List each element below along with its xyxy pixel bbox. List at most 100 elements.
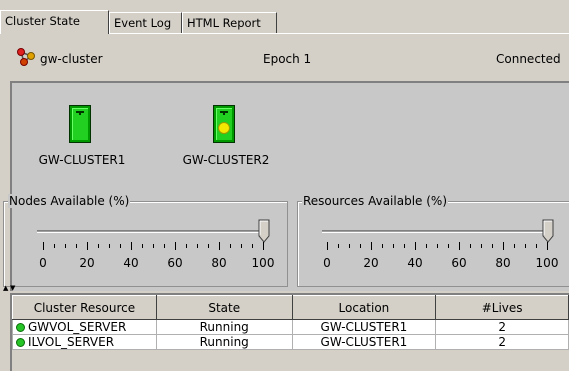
table-row[interactable]: ILVOL_SERVER Running GW-CLUSTER1 2 (12, 334, 569, 350)
column-header-lives[interactable]: #Lives (435, 295, 569, 320)
connection-status: Connected (496, 52, 561, 66)
slider-tick (153, 244, 154, 248)
node-gw-cluster1[interactable]: GW-CLUSTER1 (22, 105, 142, 195)
resource-name: ILVOL_SERVER (28, 334, 115, 349)
slider-tick (230, 244, 231, 248)
lives-cell: 2 (435, 334, 569, 350)
slider-tick (43, 242, 44, 250)
slider-tick (470, 244, 471, 248)
slider-tick (448, 244, 449, 248)
slider-tick (87, 242, 88, 250)
slider-tick (131, 242, 132, 250)
table-header-row: Cluster Resource State Location #Lives (12, 295, 569, 320)
slider-tick (404, 244, 405, 248)
slider-tick (514, 244, 515, 248)
slider-tick (76, 244, 77, 248)
slider-tick (197, 244, 198, 248)
nodes-slider-thumb[interactable] (258, 219, 270, 243)
nodes-panel: GW-CLUSTER1 GW-CLUSTER2 Nodes Available … (3, 81, 569, 291)
nodes-available-group: Nodes Available (%) 0 20 40 60 80 100 (3, 194, 288, 287)
tab-label: Event Log (114, 16, 172, 30)
slider-tick (415, 242, 416, 250)
slider-tick-label: 80 (211, 256, 227, 270)
slider-tick-label: 100 (535, 256, 559, 270)
slider-tick-label: 40 (123, 256, 139, 270)
slider-tick (536, 244, 537, 248)
state-cell: Running (155, 319, 293, 335)
slider-tick-label: 40 (407, 256, 423, 270)
resource-name: GWVOL_SERVER (28, 319, 127, 334)
slider-tick-label: 80 (495, 256, 511, 270)
cluster-icon (17, 48, 35, 66)
slider-tick (241, 244, 242, 248)
slider-tick-label: 20 (363, 256, 379, 270)
resources-available-title: Resources Available (%) (302, 194, 448, 208)
location-cell: GW-CLUSTER1 (291, 334, 437, 350)
resources-available-group: Resources Available (%) 0 20 40 60 80 100 (297, 194, 569, 287)
resource-cell: GWVOL_SERVER (12, 319, 157, 335)
slider-tick (208, 244, 209, 248)
slider-tick (437, 244, 438, 248)
slider-tick (263, 242, 264, 250)
slider-tick (252, 244, 253, 248)
slider-tick (164, 244, 165, 248)
splitter-down-icon[interactable]: ▼ (10, 285, 15, 292)
location-cell: GW-CLUSTER1 (291, 319, 437, 335)
node-gw-cluster2[interactable]: GW-CLUSTER2 (166, 105, 286, 195)
nodes-slider-track[interactable] (37, 230, 265, 233)
slider-tick (327, 242, 328, 250)
slider-tick-label: 20 (79, 256, 95, 270)
nodes-available-title: Nodes Available (%) (8, 194, 131, 208)
slider-tick (492, 244, 493, 248)
cluster-header: gw-cluster Epoch 1 Connected (0, 34, 569, 80)
resources-slider-ticks (327, 242, 548, 250)
slider-tick (219, 242, 220, 250)
slider-tick-label: 0 (323, 256, 331, 270)
slider-tick (525, 244, 526, 248)
column-header-location[interactable]: Location (291, 295, 437, 320)
node-label: GW-CLUSTER2 (182, 153, 270, 167)
slider-tick (360, 244, 361, 248)
tab-cluster-state[interactable]: Cluster State (0, 10, 109, 34)
slider-tick (98, 244, 99, 248)
slider-tick (382, 244, 383, 248)
slider-tick (142, 244, 143, 248)
resources-slider-track[interactable] (322, 230, 550, 233)
slider-tick-label: 100 (251, 256, 275, 270)
slider-tick (120, 244, 121, 248)
status-dot-icon (16, 322, 25, 332)
slider-tick (109, 244, 110, 248)
resource-cell: ILVOL_SERVER (12, 334, 157, 350)
resource-table: Cluster Resource State Location #Lives G… (12, 295, 569, 350)
splitter-up-icon[interactable]: ▲ (3, 285, 8, 292)
status-dot-icon (16, 337, 25, 347)
slider-tick (65, 244, 66, 248)
slider-tick (503, 242, 504, 250)
slider-tick (459, 242, 460, 250)
tab-event-log[interactable]: Event Log (109, 12, 182, 34)
table-row[interactable]: GWVOL_SERVER Running GW-CLUSTER1 2 (12, 319, 569, 335)
column-header-state[interactable]: State (155, 295, 293, 320)
slider-tick (186, 244, 187, 248)
state-cell: Running (155, 334, 293, 350)
resource-table-panel: Cluster Resource State Location #Lives G… (10, 293, 569, 371)
slider-tick (481, 244, 482, 248)
column-header-resource[interactable]: Cluster Resource (12, 295, 157, 320)
slider-tick (338, 244, 339, 248)
resources-slider-thumb[interactable] (542, 219, 554, 243)
node-indicator-icon (218, 122, 230, 134)
node-door-icon (69, 105, 91, 143)
tab-label: Cluster State (5, 14, 80, 28)
tab-label: HTML Report (187, 16, 261, 30)
slider-tick (175, 242, 176, 250)
nodes-slider-ticks (43, 242, 264, 250)
slider-tick (371, 242, 372, 250)
slider-tick-label: 60 (451, 256, 467, 270)
slider-tick (349, 244, 350, 248)
node-door-icon (213, 105, 235, 143)
lives-cell: 2 (435, 319, 569, 335)
tab-html-report[interactable]: HTML Report (182, 12, 277, 34)
epoch-label: Epoch 1 (263, 52, 312, 66)
slider-tick (426, 244, 427, 248)
slider-tick-label: 60 (167, 256, 183, 270)
